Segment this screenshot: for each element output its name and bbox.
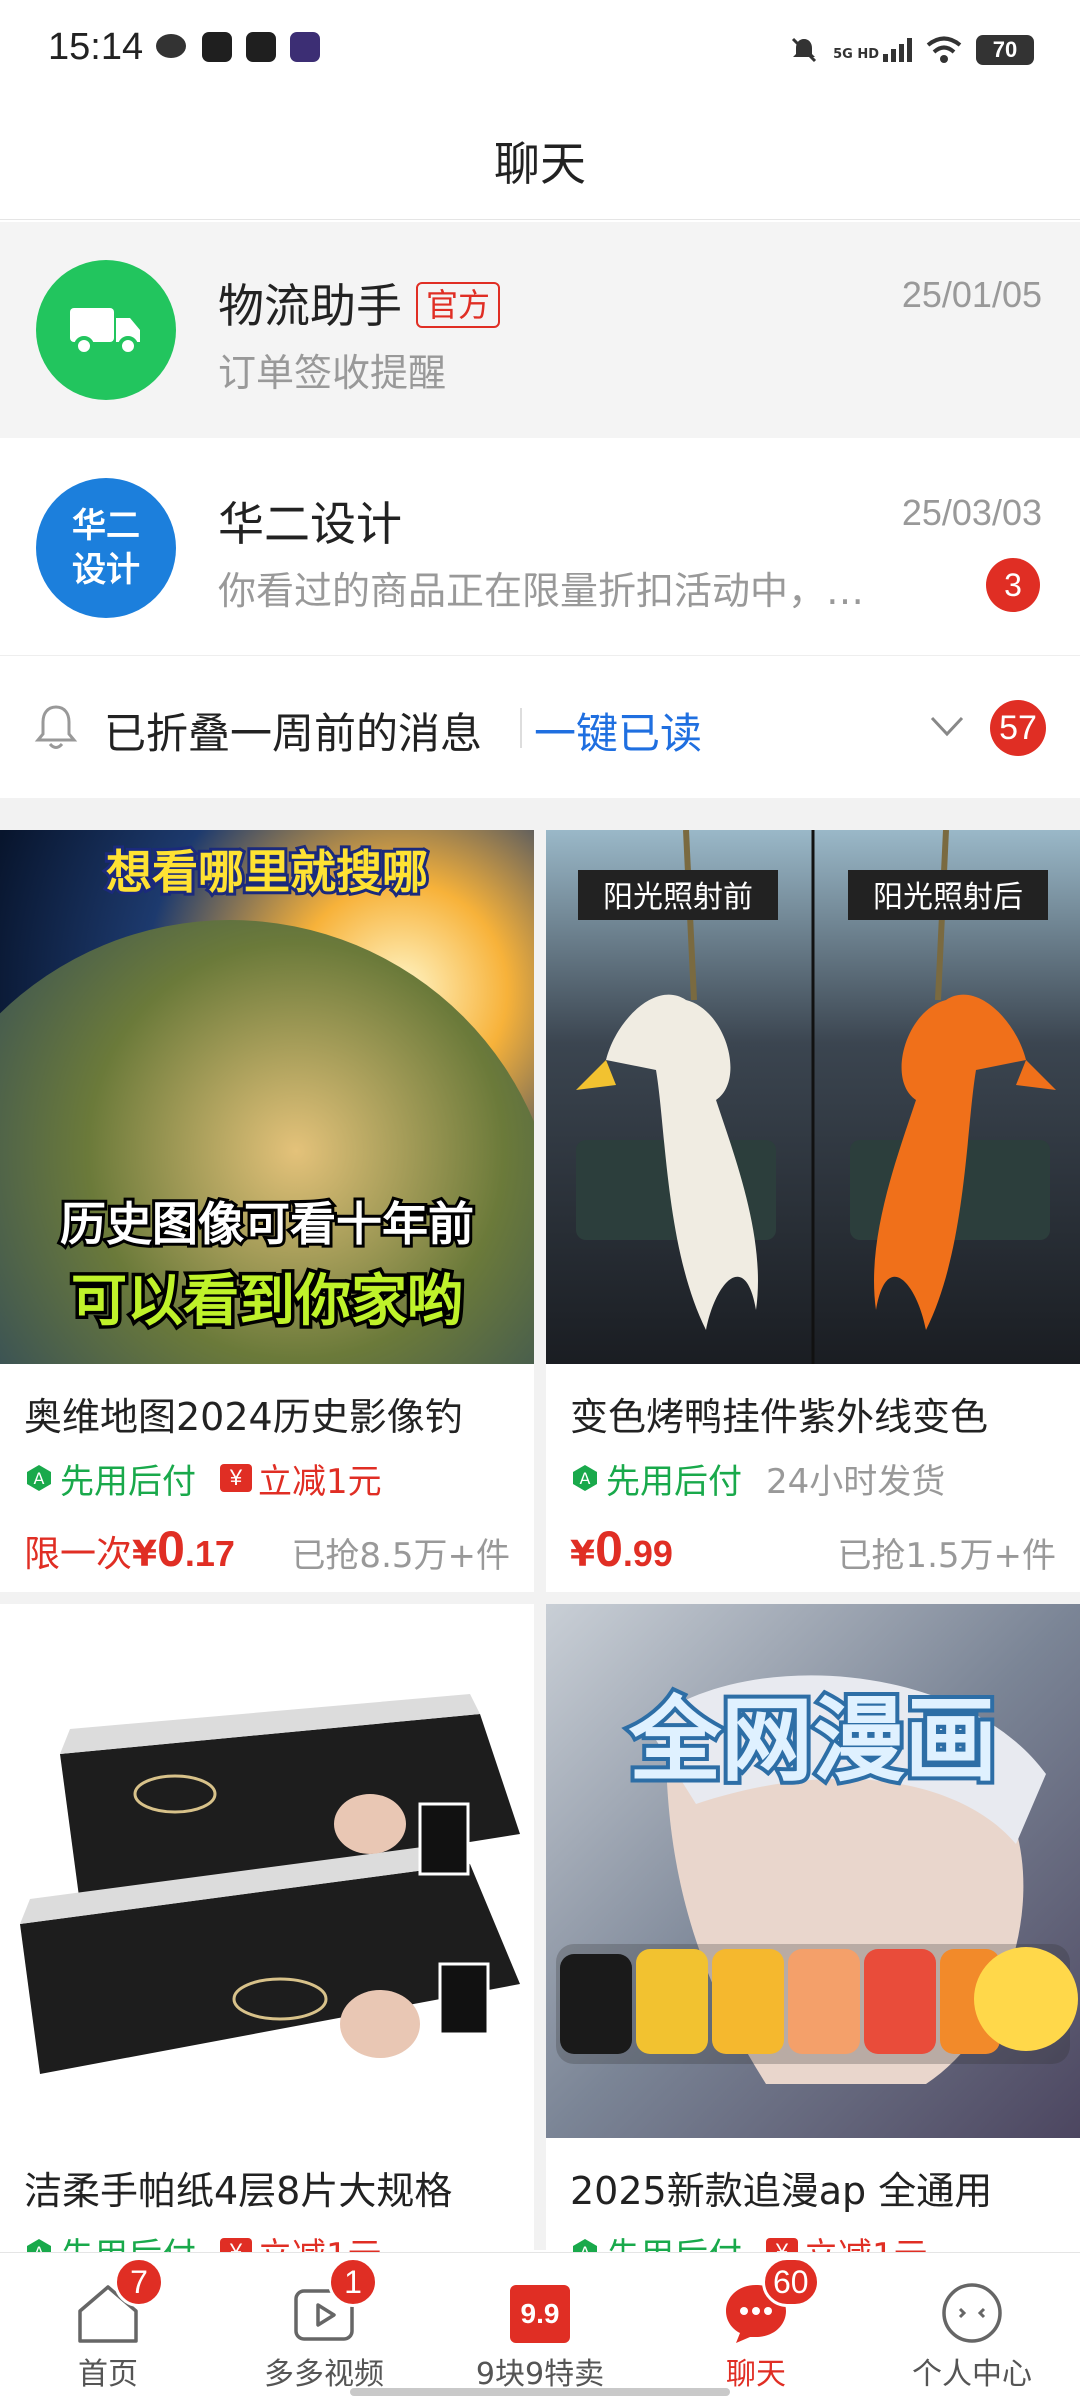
price-decimal: .99 — [622, 1533, 673, 1574]
chat-preview: 订单签收提醒 — [218, 351, 447, 395]
product-tags: A 先用后付 24小时发货 — [570, 1454, 945, 1502]
nav-label: 首页 — [78, 2357, 138, 2392]
nav-label: 聊天 — [726, 2357, 786, 2392]
nav-item-sale[interactable]: 9.9 9块9特卖 — [432, 2253, 648, 2400]
product-card[interactable]: 阳光照射前 阳光照射后 变色烤鸭挂件紫外线变色 A 先用后付 24小时发货 ¥ … — [546, 830, 1080, 1592]
leaf-icon: A — [27, 1465, 51, 1491]
nav-label: 多多视频 — [264, 2357, 384, 2392]
nav-label: 个人中心 — [912, 2357, 1032, 2392]
product-image — [0, 1604, 534, 2138]
image-caption-1: 历史图像可看十年前 — [60, 1197, 474, 1251]
profile-icon — [942, 2283, 1002, 2343]
home-indicator[interactable] — [350, 2388, 730, 2396]
message-icon — [156, 32, 186, 62]
weibo-icon — [202, 32, 232, 62]
svg-text:A: A — [34, 1469, 45, 1488]
network-type: 5G HD — [833, 47, 879, 62]
product-tags: A 先用后付 ¥ 立减1元 — [24, 1454, 382, 1502]
battery-indicator: 70 — [976, 35, 1034, 65]
pay-later-tag: A 先用后付 — [570, 1454, 742, 1503]
avatar-text-line2: 设计 — [72, 550, 140, 590]
official-badge: 官方 — [416, 282, 501, 328]
image-caption: 全网漫画 — [628, 1687, 997, 1794]
price-prefix: 限一次 — [24, 1534, 133, 1575]
bottom-nav: 7 首页 1 多多视频 9.9 9块9特卖 60 聊天 个人中心 — [0, 2252, 1080, 2400]
tiktok-icon — [246, 32, 276, 62]
nav-badge: 7 — [114, 2257, 164, 2307]
nav-item-home[interactable]: 7 首页 — [0, 2253, 216, 2400]
product-title: 变色烤鸭挂件紫外线变色 — [570, 1395, 989, 1439]
folded-text: 已折叠一周前的消息 — [104, 709, 483, 758]
product-card[interactable]: 洁柔手帕纸4层8片大规格 A 先用后付 ¥ 立减1元 — [0, 1604, 534, 2264]
mute-bell-icon — [792, 37, 817, 63]
currency-symbol: ¥ — [570, 1534, 596, 1575]
image-caption-top: 想看哪里就搜哪 — [106, 845, 428, 899]
product-title: 洁柔手帕纸4层8片大规格 — [24, 2169, 453, 2213]
sale-icon-text: 9.9 — [521, 2298, 560, 2329]
chat-name-text: 物流助手 — [218, 279, 402, 333]
section-divider — [0, 798, 1080, 830]
nav-item-chat[interactable]: 60 聊天 — [648, 2253, 864, 2400]
nav-item-profile[interactable]: 个人中心 — [864, 2253, 1080, 2400]
page-title: 聊天 — [494, 137, 586, 191]
nav-item-video[interactable]: 1 多多视频 — [216, 2253, 432, 2400]
unread-badge: 3 — [986, 558, 1040, 612]
nav-badge: 60 — [762, 2257, 820, 2307]
image-label-after: 阳光照射后 — [873, 880, 1023, 915]
product-image: 全网漫画 — [546, 1604, 1080, 2138]
nav-badge: 1 — [328, 2257, 378, 2307]
sold-count: 已抢8.5万+件 — [291, 1536, 510, 1576]
status-right: 5G HD 70 — [789, 28, 1034, 72]
price: 限一次 ¥ 0 .17 — [24, 1520, 235, 1580]
product-card[interactable]: 想看哪里就搜哪 历史图像可看十年前 可以看到你家哟 奥维地图2024历史影像钓 … — [0, 830, 534, 1592]
avatar — [36, 260, 176, 400]
k-app-icon — [290, 32, 320, 62]
sale-icon: 9.9 — [510, 2285, 570, 2343]
product-title: 奥维地图2024历史影像钓 — [24, 1395, 463, 1439]
chat-date: 25/03/03 — [901, 492, 1042, 533]
title-bar: 聊天 — [0, 100, 1080, 220]
avatar-text-line1: 华二 — [72, 506, 140, 546]
price-integer: 0 — [157, 1521, 185, 1577]
chat-name: 华二设计 — [218, 497, 402, 551]
shipping-tag: 24小时发货 — [766, 1461, 946, 1502]
bell-icon — [34, 705, 78, 749]
truck-icon — [70, 308, 140, 356]
price-decimal: .17 — [184, 1533, 235, 1574]
wifi-icon — [926, 36, 962, 63]
nav-label: 9块9特卖 — [475, 2357, 605, 2392]
coupon-icon: ¥ — [220, 1464, 252, 1492]
product-image: 阳光照射前 阳光照射后 — [546, 830, 1080, 1364]
svg-text:A: A — [580, 1469, 591, 1488]
pay-later-tag: A 先用后付 — [24, 1454, 196, 1503]
pay-later-label: 先用后付 — [60, 1461, 196, 1502]
leaf-icon: A — [573, 1465, 597, 1491]
mark-all-read-button[interactable]: 一键已读 — [534, 700, 702, 761]
folded-count-badge: 57 — [990, 700, 1046, 756]
discount-tag: ¥ 立减1元 — [220, 1454, 382, 1503]
divider — [520, 708, 522, 748]
status-time: 15:14 — [48, 26, 144, 68]
image-caption-2: 可以看到你家哟 — [71, 1269, 463, 1334]
chat-item-huaer[interactable]: 华二 设计 华二设计 25/03/03 你看过的商品正在限量折扣活动中，… 3 — [0, 440, 1080, 656]
chevron-down-icon[interactable] — [928, 712, 966, 742]
product-card[interactable]: 全网漫画 2025新款追漫ap 全通用 A 先用后付 ¥ 立减1元 — [546, 1604, 1080, 2264]
chat-preview: 你看过的商品正在限量折扣活动中，… — [218, 569, 865, 613]
product-image: 想看哪里就搜哪 历史图像可看十年前 可以看到你家哟 — [0, 830, 534, 1364]
chat-item-logistics[interactable]: 物流助手 官方 25/01/05 订单签收提醒 — [0, 222, 1080, 438]
discount-label: 立减1元 — [258, 1461, 382, 1502]
pay-later-label: 先用后付 — [606, 1461, 742, 1502]
status-bar: 15:14 5G HD 70 — [0, 0, 1080, 100]
sold-count: 已抢1.5万+件 — [837, 1536, 1056, 1576]
currency-symbol: ¥ — [132, 1534, 158, 1575]
chat-date: 25/01/05 — [901, 274, 1042, 315]
folded-messages-bar[interactable]: 已折叠一周前的消息 一键已读 57 — [0, 658, 1080, 798]
chat-name: 物流助手 官方 — [218, 270, 501, 336]
price-integer: 0 — [595, 1521, 623, 1577]
product-title: 2025新款追漫ap 全通用 — [570, 2169, 993, 2213]
signal-icon — [883, 38, 912, 62]
avatar: 华二 设计 — [36, 478, 176, 618]
image-label-before: 阳光照射前 — [603, 880, 753, 915]
price: ¥ 0 .99 — [570, 1520, 673, 1580]
